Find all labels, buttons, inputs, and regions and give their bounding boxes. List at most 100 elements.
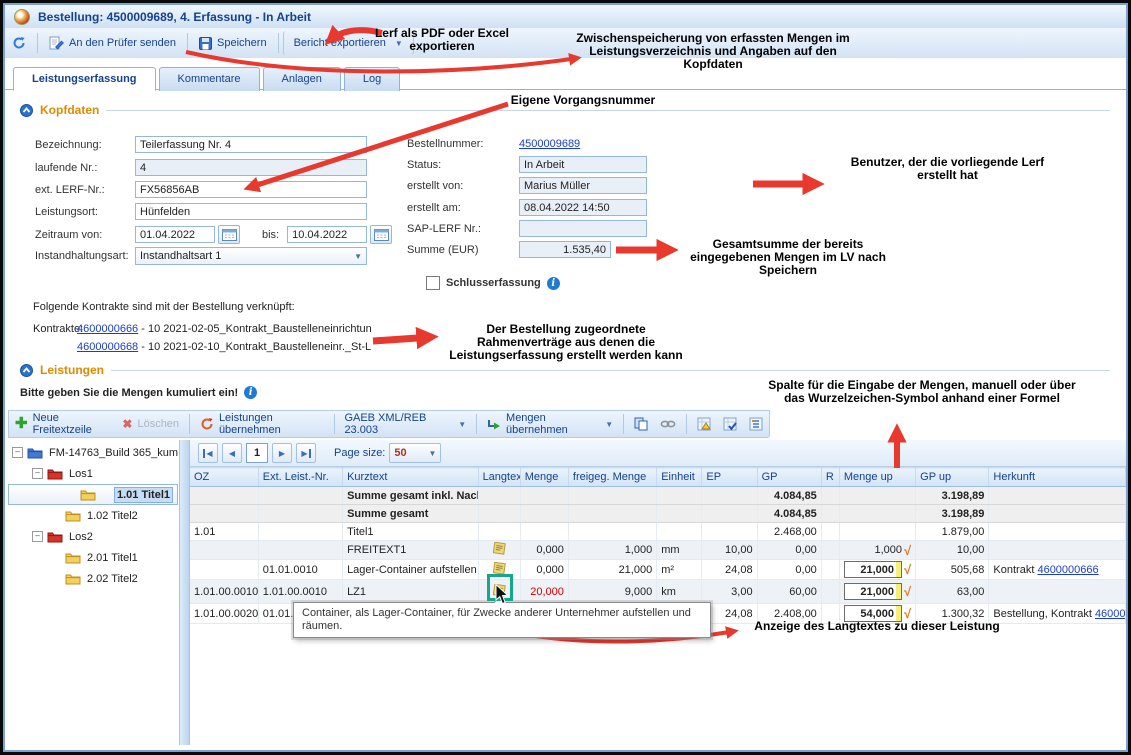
tree-expander-icon[interactable]: – [32,531,43,542]
collapse-up-icon[interactable] [20,364,33,377]
take-quantities-button[interactable]: Mengen übernehmen ▼ [481,410,619,438]
cell-menge-up [839,523,915,541]
grid-check-button[interactable] [717,415,743,433]
lv-structure-tree: –FM-14763_Build 365_kum. (2–Los1 1.01 Tit… [8,442,178,742]
last-page-button[interactable]: ▶ [296,443,316,463]
text-input[interactable]: Teilerfassung Nr. 4 [135,136,367,153]
take-services-icon [200,417,214,431]
tree-node-1-01-titel1[interactable]: 1.01 Titel1 [8,484,178,505]
tree-table-splitter[interactable] [179,440,190,745]
formula-sqrt-icon[interactable]: √ [904,543,911,558]
table-row[interactable]: 1.01Titel12.468,001.879,00 [190,523,1126,541]
column-header-r[interactable]: R [821,468,839,487]
text-input[interactable]: 4 [135,159,367,176]
mouse-cursor [495,584,512,609]
column-header-menge[interactable]: Menge [520,468,568,487]
text-input[interactable]: Hünfelden [135,203,367,220]
refresh-button[interactable] [5,33,33,53]
grid-tree-button[interactable] [743,415,769,433]
tree-node-los1[interactable]: –Los1 [8,463,178,484]
cell-r [821,523,839,541]
tree-expander-icon[interactable]: – [32,468,43,479]
calendar-icon[interactable] [370,225,392,244]
tab-kommentare[interactable]: Kommentare [159,67,260,91]
copy-button[interactable] [628,415,654,433]
column-header-einheit[interactable]: Einheit [657,468,702,487]
gaeb-format-dropdown[interactable]: GAEB XML/REB 23.003 ▼ [338,410,472,438]
column-header-oz[interactable]: OZ [190,468,258,487]
langtext-note-icon[interactable] [493,542,506,555]
field-label: Status: [407,159,519,171]
tab-leistungserfassung[interactable]: Leistungserfassung [13,67,156,91]
grid-warning-button[interactable] [691,415,717,433]
date-to-input[interactable]: 10.04.2022 [287,226,367,243]
take-services-button[interactable]: Leistungen übernehmen [194,410,330,438]
send-to-checker-button[interactable]: An den Prüfer senden [42,33,183,53]
table-row[interactable]: FREITEXT10,0001,000mm10,000,001,000√10,0… [190,541,1126,560]
column-header-freigeg-menge[interactable]: freigeg. Menge [568,468,656,487]
formula-sqrt-icon[interactable]: √ [904,584,911,599]
tree-node-fm-14763-build-365-kum-2[interactable]: –FM-14763_Build 365_kum. (2 [8,442,178,463]
tree-node-1-02-titel2[interactable]: 1.02 Titel2 [8,505,178,526]
chevron-down-icon: ▼ [354,252,362,261]
tree-node-2-02-titel2[interactable]: 2.02 Titel2 [8,568,178,589]
tree-node-label: FM-14763_Build 365_kum. (2 [47,446,196,460]
take-quantities-icon [487,418,501,431]
tree-node-los2[interactable]: –Los2 [8,526,178,547]
readonly-field: 08.04.2022 14:50 [519,199,647,216]
column-header-ep[interactable]: EP [702,468,757,487]
next-page-button[interactable]: ▶ [272,443,292,463]
tab-log[interactable]: Log [344,67,400,91]
cell-ext-leist-nr [258,523,342,541]
gaeb-format-label: GAEB XML/REB 23.003 [344,412,449,436]
delete-button[interactable]: ✖ Löschen [116,415,185,433]
cell-langtext [478,505,520,523]
bestellnummer-link[interactable]: 4500009689 [519,138,580,150]
table-row[interactable]: Summe gesamt inkl. Nachlass4.084,853.198… [190,487,1126,505]
tree-node-2-01-titel1[interactable]: 2.01 Titel1 [8,547,178,568]
column-header-gp-up[interactable]: GP up [916,468,989,487]
prev-page-button[interactable]: ◀ [222,443,242,463]
herkunft-link[interactable]: 4600000666 [1037,564,1098,576]
cell-kurztext: LZ1 [343,580,479,604]
schlusserfassung-checkbox[interactable] [426,276,440,290]
menge-up-input[interactable]: 21,000 [844,583,902,600]
field-label: Bezeichnung: [35,139,135,151]
instandhaltungsart-select[interactable]: Instandhaltsart 1▼ [135,247,367,265]
link-button[interactable] [654,417,682,431]
table-row[interactable]: Summe gesamt4.084,853.198,89 [190,505,1126,523]
page-size-select[interactable]: 50 ▼ [389,443,441,463]
column-header-gp[interactable]: GP [757,468,821,487]
column-header-kurztext[interactable]: Kurztext [343,468,479,487]
first-page-button[interactable]: ◀ [198,443,218,463]
info-icon[interactable]: i [244,386,257,399]
table-row[interactable]: 01.01.0010Lager-Container aufstellen und… [190,560,1126,580]
collapse-up-icon[interactable] [20,104,33,117]
column-header-ext-leist-nr-[interactable]: Ext. Leist.-Nr. [258,468,342,487]
column-header-langtext[interactable]: Langtext [478,468,520,487]
formula-sqrt-icon[interactable]: √ [904,562,911,577]
kontrakt-link[interactable]: 4600000666 [77,323,138,335]
tree-node-label: 1.01 Titel1 [114,487,173,503]
kontrakt-link[interactable]: 4600000668 [77,341,138,353]
form-row: ext. LERF-Nr.:FX56856AB [35,181,367,198]
table-row[interactable]: 1.01.00.00101.01.00.0010LZ120,0009,000km… [190,580,1126,604]
column-header-herkunft[interactable]: Herkunft [989,468,1126,487]
tab-anlagen[interactable]: Anlagen [263,67,341,91]
cell-ext-leist-nr [258,505,342,523]
cell-kurztext: FREITEXT1 [343,541,479,560]
langtext-note-icon[interactable] [493,562,506,575]
date-from-input[interactable]: 01.04.2022 [135,226,215,243]
new-freetext-row-button[interactable]: ✚ Neue Freitextzeile [9,410,116,438]
herkunft-link[interactable]: 4600000668 [1095,608,1126,620]
cell-kurztext: Summe gesamt inkl. Nachlass [343,487,479,505]
save-button[interactable]: Speichern [192,34,274,53]
text-input[interactable]: FX56856AB [135,181,367,198]
tree-expander-icon[interactable]: – [12,447,23,458]
plus-icon: ✚ [15,419,28,429]
column-header-menge-up[interactable]: Menge up [839,468,915,487]
info-icon[interactable]: i [547,277,560,290]
current-page-box[interactable]: 1 [246,443,268,463]
menge-up-input[interactable]: 21,000 [844,561,902,578]
calendar-icon[interactable] [218,225,240,244]
